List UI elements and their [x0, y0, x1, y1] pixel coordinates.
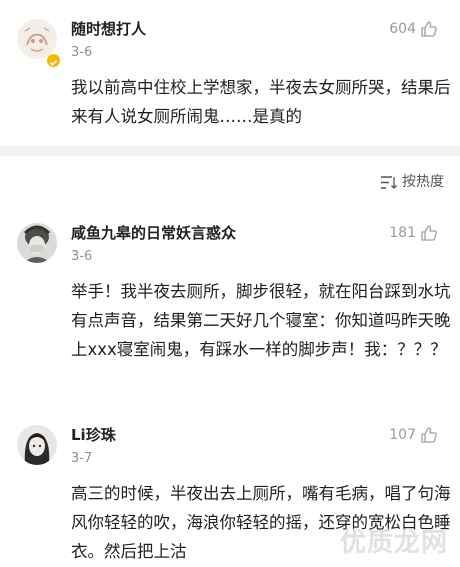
dark-hair-avatar-icon	[17, 425, 57, 465]
comment-date: 3-6	[71, 45, 93, 60]
sort-lines-icon	[381, 175, 397, 189]
sort-button[interactable]: 按热度	[380, 172, 444, 192]
watermark: 优质龙网	[339, 528, 448, 558]
comment-text: 我以前高中住校上学想家，半夜去女厕所哭，结果后来有人说女厕所闹鬼……是真的	[71, 78, 451, 126]
comment-feed: 随时想打人 3-6 604 我以前高中住校上学想家，半夜去女厕所哭，结果后来有人…	[0, 0, 460, 567]
sort-label: 按热度	[402, 174, 444, 190]
avatar[interactable]	[17, 425, 57, 465]
comment-date: 3-7	[71, 451, 93, 466]
thumbs-up-icon	[421, 427, 437, 443]
thumbs-up-icon	[421, 21, 437, 37]
comment-date: 3-6	[71, 249, 93, 264]
section-divider	[0, 146, 460, 156]
like-button[interactable]: 181	[389, 223, 438, 243]
thumbs-up-icon	[421, 225, 437, 241]
comment-text: 举手！我半夜去厕所，脚步很轻，就在阳台踩到水坑有点声音，结果第二天好几个寝室：你…	[71, 282, 451, 359]
avatar[interactable]	[17, 223, 57, 263]
username[interactable]: 咸鱼九皋的日常妖言惑众	[71, 223, 236, 243]
like-button[interactable]: 604	[389, 19, 438, 39]
username[interactable]: 随时想打人	[71, 19, 146, 39]
masked-figure-avatar-icon	[17, 223, 57, 263]
like-count: 604	[389, 21, 416, 37]
like-count: 107	[389, 427, 416, 443]
username[interactable]: Li珍珠	[71, 425, 116, 445]
like-count: 181	[389, 225, 416, 241]
like-button[interactable]: 107	[389, 425, 438, 445]
verified-badge-icon	[46, 53, 61, 68]
